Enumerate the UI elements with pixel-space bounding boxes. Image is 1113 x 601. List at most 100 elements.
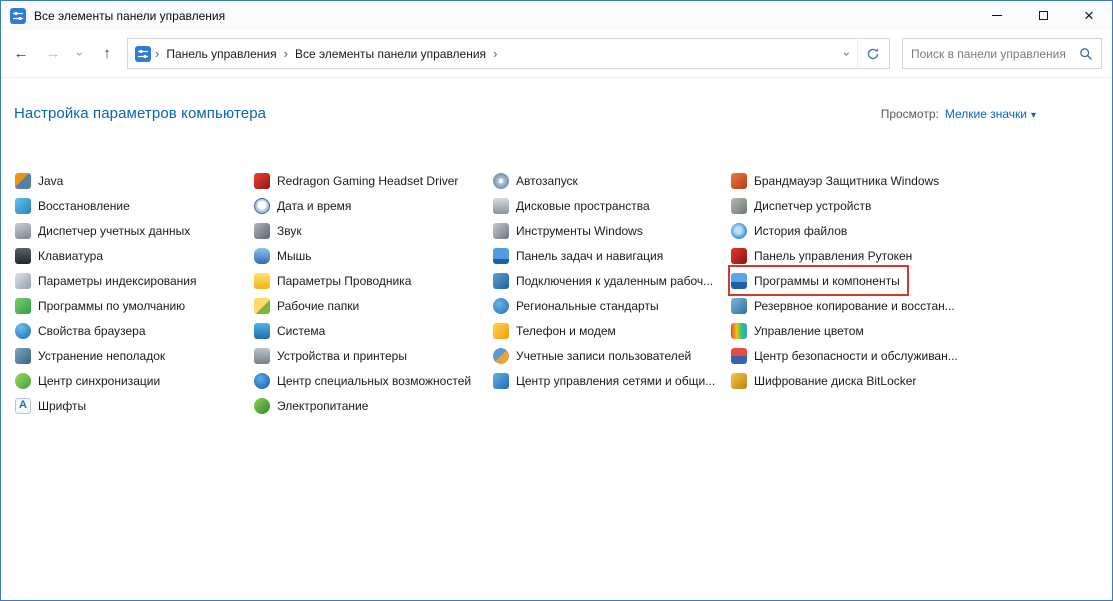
item-label: Региональные стандарты [516,299,659,313]
control-panel-item[interactable]: Система [254,318,331,343]
control-panel-item[interactable]: Параметры индексирования [15,268,202,293]
control-panel-item[interactable]: Java [15,168,69,193]
chevron-down-icon: › [73,52,87,56]
rutoken-icon [731,248,747,264]
address-bar[interactable]: › Панель управления › Все элементы панел… [127,38,890,69]
control-panel-item[interactable]: Шифрование диска BitLocker [731,368,922,393]
forward-button[interactable]: → [37,39,69,69]
refresh-button[interactable] [857,39,887,68]
control-panel-item[interactable]: Панель задач и навигация [493,243,669,268]
control-panel-item[interactable]: Дисковые пространства [493,193,656,218]
control-panel-item[interactable]: Восстановление [15,193,136,218]
item-label: Панель управления Рутокен [754,249,912,263]
system-icon [254,323,270,339]
color-management-icon [731,323,747,339]
control-panel-item[interactable]: Свойства браузера [15,318,152,343]
fonts-icon [15,398,31,414]
search-icon[interactable] [1079,47,1093,61]
item-label: Дата и время [277,199,351,213]
control-panel-item[interactable]: Программы по умолчанию [15,293,191,318]
bitlocker-icon [731,373,747,389]
control-panel-item[interactable]: Автозапуск [493,168,584,193]
control-panel-item[interactable]: Диспетчер устройств [731,193,877,218]
control-panel-item[interactable]: Дата и время [254,193,357,218]
breadcrumb-chevron-icon[interactable]: › [151,46,163,61]
control-panel-item[interactable]: Центр специальных возможностей [254,368,477,393]
items-column-4: Брандмауэр Защитника Windows Диспетчер у… [731,168,1112,393]
address-dropdown-button[interactable]: › [837,47,857,61]
control-panel-item[interactable]: Центр управления сетями и общи... [493,368,721,393]
maximize-icon [1039,11,1048,20]
region-icon [493,298,509,314]
control-panel-item[interactable]: Брандмауэр Защитника Windows [731,168,945,193]
control-panel-item[interactable]: Электропитание [254,393,374,418]
maximize-button[interactable] [1020,1,1066,30]
control-panel-item[interactable]: Мышь [254,243,318,268]
control-panel-item[interactable]: Региональные стандарты [493,293,665,318]
control-panel-icon [135,46,151,62]
windows-tools-icon [493,223,509,239]
search-box [902,38,1102,69]
control-panel-item[interactable]: Центр синхронизации [15,368,166,393]
redragon-driver-icon [254,173,270,189]
control-panel-item[interactable]: Клавиатура [15,243,109,268]
control-panel-item[interactable]: Redragon Gaming Headset Driver [254,168,464,193]
firewall-icon [731,173,747,189]
item-label: Устройства и принтеры [277,349,407,363]
item-label: Устранение неполадок [38,349,165,363]
file-history-icon [731,223,747,239]
item-label: Центр синхронизации [38,374,160,388]
history-dropdown-button[interactable]: › [69,39,91,69]
autoplay-icon [493,173,509,189]
item-label: Автозапуск [516,174,578,188]
control-panel-item[interactable]: Устранение неполадок [15,343,171,368]
view-by-dropdown[interactable]: Мелкие значки [945,107,1027,121]
item-label: Центр управления сетями и общи... [516,374,715,388]
chevron-down-icon[interactable]: ▾ [1031,110,1036,121]
control-panel-item[interactable]: История файлов [731,218,853,243]
item-label: Redragon Gaming Headset Driver [277,174,458,188]
internet-options-icon [15,323,31,339]
control-panel-item[interactable]: Звук [254,218,308,243]
item-label: Резервное копирование и восстан... [754,299,955,313]
search-input[interactable] [911,47,1073,61]
java-icon [15,173,31,189]
minimize-icon [992,15,1002,16]
item-label: Система [277,324,325,338]
remote-desktop-icon [493,273,509,289]
close-button[interactable]: × [1066,1,1112,30]
control-panel-item[interactable]: Резервное копирование и восстан... [731,293,961,318]
item-label: Параметры Проводника [277,274,411,288]
item-label: Java [38,174,63,188]
item-label: Учетные записи пользователей [516,349,691,363]
file-explorer-options-icon [254,273,270,289]
item-label: Панель задач и навигация [516,249,663,263]
breadcrumb-chevron-icon[interactable]: › [489,46,501,61]
control-panel-item[interactable]: Учетные записи пользователей [493,343,697,368]
breadcrumb-all-items[interactable]: Все элементы панели управления [292,47,489,61]
breadcrumb-control-panel[interactable]: Панель управления [163,47,279,61]
back-button[interactable]: ← [5,39,37,69]
control-panel-item[interactable]: Телефон и модем [493,318,622,343]
nav-buttons: ← → › ↑ [5,39,123,69]
control-panel-item[interactable]: Управление цветом [731,318,870,343]
control-panel-item[interactable]: Центр безопасности и обслуживан... [731,343,964,368]
control-panel-item[interactable]: Инструменты Windows [493,218,649,243]
breadcrumb-chevron-icon[interactable]: › [280,46,292,61]
window-title: Все элементы панели управления [34,9,225,23]
control-panel-item[interactable]: Шрифты [15,393,92,418]
control-panel-item[interactable]: Параметры Проводника [254,268,417,293]
phone-modem-icon [493,323,509,339]
close-icon: × [1084,7,1094,24]
item-label: Центр специальных возможностей [277,374,471,388]
control-panel-item[interactable]: Панель управления Рутокен [731,243,918,268]
control-panel-item[interactable]: Устройства и принтеры [254,343,413,368]
minimize-button[interactable] [974,1,1020,30]
control-panel-item[interactable]: Рабочие папки [254,293,365,318]
control-panel-item[interactable]: Подключения к удаленным рабоч... [493,268,719,293]
up-button[interactable]: ↑ [91,39,123,69]
chevron-down-icon: › [840,52,854,56]
ease-of-access-icon [254,373,270,389]
control-panel-item[interactable]: Диспетчер учетных данных [15,218,196,243]
control-panel-item[interactable]: Программы и компоненты [731,268,906,293]
